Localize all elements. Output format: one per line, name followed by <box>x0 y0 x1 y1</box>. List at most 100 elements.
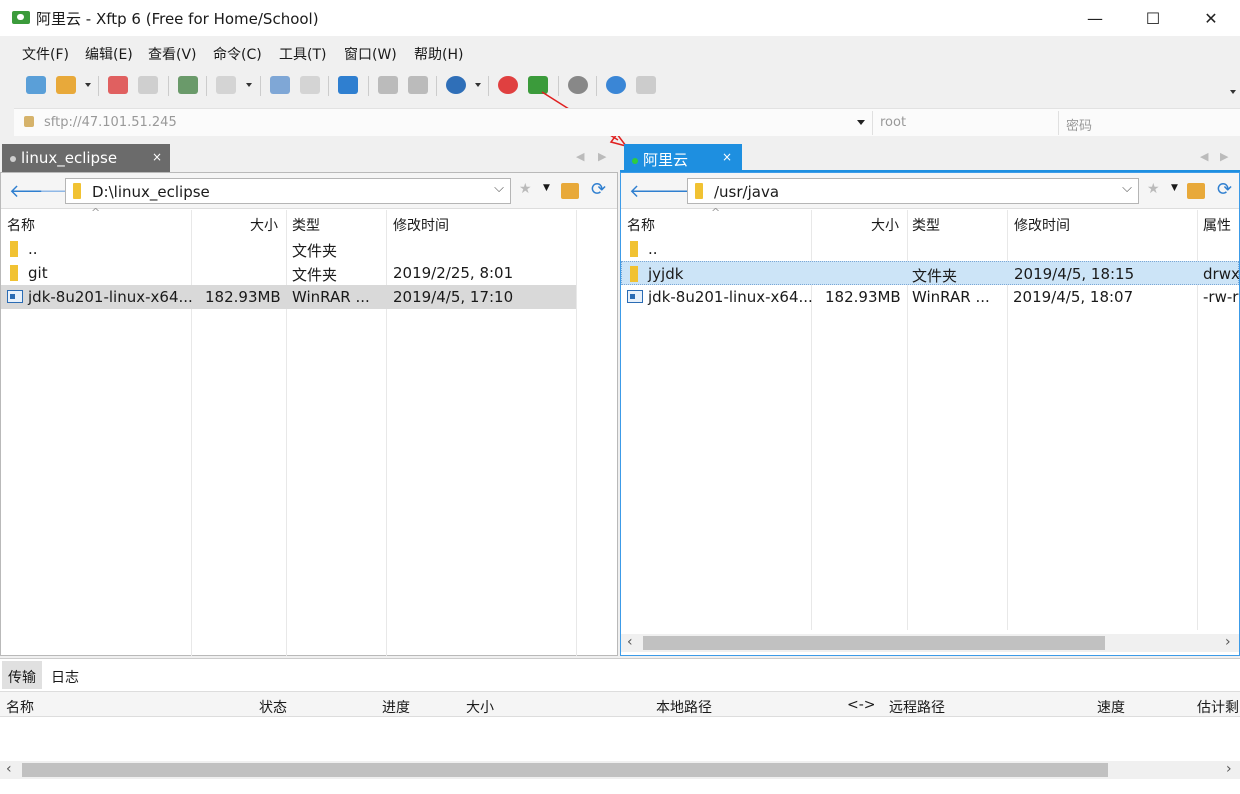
tab-label: 阿里云 <box>643 151 689 169</box>
tab-label: linux_eclipse <box>21 149 118 167</box>
local-path: D:\linux_eclipse <box>92 183 210 201</box>
scroll-left-icon[interactable]: ‹ <box>627 634 633 650</box>
file-name: jyjdk <box>648 265 684 283</box>
scroll-right-icon[interactable]: › <box>1225 634 1231 650</box>
tab-scroll-left-icon[interactable]: ◀ <box>576 150 584 163</box>
col-type[interactable]: 类型 <box>912 215 940 235</box>
folder-icon <box>73 183 81 199</box>
star-icon[interactable]: ★ <box>1147 181 1160 197</box>
winrar-file-icon <box>627 290 643 303</box>
remote-horizontal-scrollbar[interactable]: ‹ › <box>621 634 1239 652</box>
table-row[interactable]: jdk-8u201-linux-x64... 182.93MB WinRAR .… <box>621 285 1239 309</box>
file-type: 文件夹 <box>912 267 958 285</box>
chevron-down-icon[interactable]: ⌵ <box>494 181 504 196</box>
col-modified[interactable]: 修改时间 <box>393 215 449 235</box>
home-icon[interactable] <box>561 183 579 199</box>
star-icon[interactable]: ★ <box>519 181 532 197</box>
right-tab-strip: 阿里云 × ◀ ▶ <box>620 140 1240 173</box>
sort-caret-icon: ^ <box>91 206 101 219</box>
left-tab-strip: linux_eclipse × ◀ ▶ <box>0 140 618 172</box>
file-modified: 2019/4/5, 18:15 <box>1014 265 1135 283</box>
tab-status-dot <box>632 157 638 164</box>
user-dropdown-icon[interactable] <box>857 120 865 125</box>
chevron-down-icon[interactable]: ⌵ <box>1122 181 1132 196</box>
star-caret-icon[interactable]: ▼ <box>543 183 550 193</box>
col-size[interactable]: 大小 <box>871 215 899 235</box>
file-type: WinRAR ... <box>912 288 990 306</box>
remote-path-box[interactable]: /usr/java ⌵ <box>687 178 1139 204</box>
col-progress[interactable]: 进度 <box>382 697 410 717</box>
table-row-selected[interactable]: jdk-8u201-linux-x64... 182.93MB WinRAR .… <box>1 285 576 309</box>
col-size[interactable]: 大小 <box>466 697 494 717</box>
file-type: WinRAR ... <box>292 288 370 306</box>
file-attributes: drwx <box>1203 265 1240 283</box>
table-row[interactable]: git 文件夹 2019/2/25, 8:01 <box>1 261 617 285</box>
tab-scroll-right-icon[interactable]: ▶ <box>1220 150 1228 163</box>
col-name[interactable]: 名称 <box>627 215 655 235</box>
sort-caret-icon: ^ <box>711 206 721 219</box>
file-name: .. <box>28 240 38 258</box>
tab-aliyun[interactable]: 阿里云 × <box>624 144 742 172</box>
file-name: .. <box>648 240 658 258</box>
tab-scroll-left-icon[interactable]: ◀ <box>1200 150 1208 163</box>
local-path-box[interactable]: D:\linux_eclipse ⌵ <box>65 178 511 204</box>
file-attributes: -rw-r <box>1203 288 1239 306</box>
folder-icon <box>630 241 638 257</box>
file-size: 182.93MB <box>205 288 281 306</box>
col-name[interactable]: 名称 <box>7 215 35 235</box>
refresh-icon[interactable]: ⟳ <box>591 179 606 200</box>
local-column-header: 名称 ^ 大小 类型 修改时间 <box>1 206 617 237</box>
col-direction[interactable]: <-> <box>847 697 876 713</box>
star-caret-icon[interactable]: ▼ <box>1171 183 1178 193</box>
winrar-file-icon <box>7 290 23 303</box>
scroll-left-icon[interactable]: ‹ <box>6 761 12 777</box>
table-row[interactable]: .. 文件夹 <box>1 237 617 261</box>
remote-path: /usr/java <box>714 183 780 201</box>
file-type: 文件夹 <box>292 242 338 260</box>
tab-close-icon[interactable]: × <box>152 150 162 164</box>
remote-column-header: 名称 ^ 大小 类型 修改时间 属性 <box>621 206 1239 237</box>
local-file-pane: 🡐 🡒 D:\linux_eclipse ⌵ ★ ▼ ⟳ 名称 ^ 大小 类型 … <box>0 172 618 656</box>
scroll-right-icon[interactable]: › <box>1226 761 1232 777</box>
refresh-icon[interactable]: ⟳ <box>1217 179 1232 200</box>
file-modified: 2019/4/5, 17:10 <box>393 288 514 306</box>
scroll-thumb[interactable] <box>643 636 1105 650</box>
file-modified: 2019/4/5, 18:07 <box>1013 288 1134 306</box>
col-modified[interactable]: 修改时间 <box>1014 215 1070 235</box>
col-status[interactable]: 状态 <box>259 697 287 717</box>
col-attributes[interactable]: 属性 <box>1203 215 1231 235</box>
col-local-path[interactable]: 本地路径 <box>656 697 712 717</box>
lock-icon <box>24 116 34 127</box>
tab-log[interactable]: 日志 <box>51 667 79 687</box>
tab-scroll-right-icon[interactable]: ▶ <box>598 150 606 163</box>
home-icon[interactable] <box>1187 183 1205 199</box>
tab-status-dot <box>10 155 16 162</box>
folder-icon <box>630 266 638 282</box>
table-row[interactable]: .. <box>621 237 1239 261</box>
host-input[interactable]: sftp://47.101.51.245 <box>44 115 177 130</box>
tab-transfer[interactable]: 传输 <box>8 667 36 687</box>
file-modified: 2019/2/25, 8:01 <box>393 264 514 282</box>
col-name[interactable]: 名称 <box>6 697 34 717</box>
address-bar: sftp://47.101.51.245 root 密码 <box>14 108 1240 136</box>
col-size[interactable]: 大小 <box>250 215 278 235</box>
col-remote-path[interactable]: 远程路径 <box>889 697 945 717</box>
local-nav-row: 🡐 🡒 D:\linux_eclipse ⌵ ★ ▼ ⟳ <box>1 173 617 209</box>
col-type[interactable]: 类型 <box>292 215 320 235</box>
folder-icon <box>10 265 18 281</box>
tab-linux-eclipse[interactable]: linux_eclipse × <box>2 144 170 172</box>
col-speed[interactable]: 速度 <box>1097 697 1125 717</box>
transfer-horizontal-scrollbar[interactable]: ‹ › <box>0 761 1240 779</box>
transfer-column-header: 名称 状态 进度 大小 本地路径 <-> 远程路径 速度 估计剩 <box>0 691 1240 717</box>
file-name: git <box>28 264 48 282</box>
table-row-selected[interactable]: jyjdk 文件夹 2019/4/5, 18:15 drwx <box>621 261 1240 285</box>
file-size: 182.93MB <box>825 288 901 306</box>
tab-close-icon[interactable]: × <box>722 150 732 164</box>
username-input[interactable]: root <box>880 115 906 130</box>
scroll-thumb[interactable] <box>22 763 1108 777</box>
col-eta[interactable]: 估计剩 <box>1197 697 1239 717</box>
transfer-panel: 传输 日志 名称 状态 进度 大小 本地路径 <-> 远程路径 速度 估计剩 ‹… <box>0 658 1240 794</box>
file-name: jdk-8u201-linux-x64... <box>28 288 193 306</box>
password-input[interactable]: 密码 <box>1066 115 1092 134</box>
folder-icon <box>10 241 18 257</box>
